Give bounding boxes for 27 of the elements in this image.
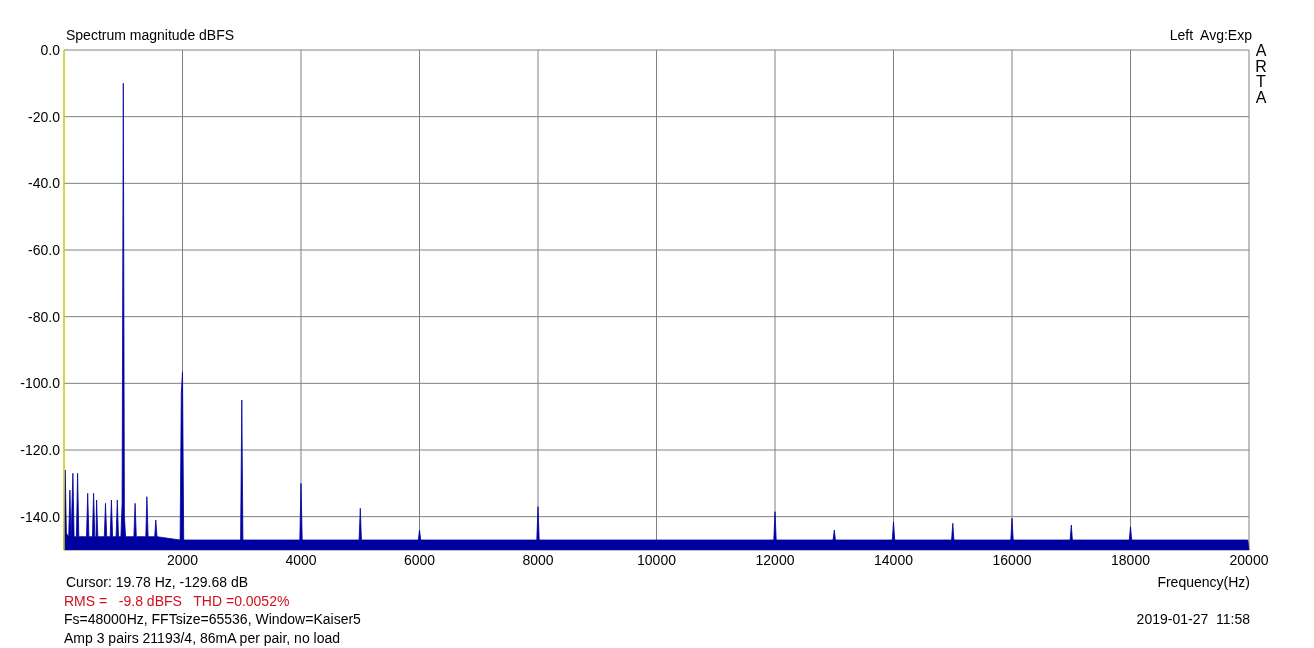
channel-info: Left Avg:Exp [1169,27,1252,43]
description-text: Amp 3 pairs 21193/4, 86mA per pair, no load [64,629,341,646]
brand-label: ARTA [1255,43,1267,106]
y-tick-label: -80.0 [28,308,60,325]
y-tick-label: -120.0 [20,442,60,458]
settings-text: Fs=48000Hz, FFTsize=65536, Window=Kaiser5 [64,611,361,628]
x-tick-label: 20000 [1229,552,1269,568]
x-tick-label: 10000 [637,552,676,568]
y-tick-label: -40.0 [28,175,60,192]
y-tick-label: -20.0 [28,108,60,125]
cursor-readout: Cursor: 19.78 Hz, -129.68 dB [66,574,249,591]
y-tick-label: -60.0 [28,242,60,258]
x-tick-label: 16000 [992,552,1032,568]
y-tick-label: -140.0 [20,508,60,525]
y-tick-label: 0.0 [40,43,60,58]
x-tick-label: 4000 [285,552,317,568]
measurement-readout: RMS = -9.8 dBFS THD =0.0052% [64,592,290,609]
x-tick-label: 6000 [403,552,436,568]
timestamp: 2019-01-27 11:58 [1136,611,1250,628]
chart-title: Spectrum magnitude dBFS [66,27,235,43]
x-tick-label: 8000 [522,552,554,568]
x-tick-label: 14000 [874,552,913,568]
x-tick-label: 18000 [1111,552,1150,568]
x-tick-label: 2000 [166,552,199,568]
x-axis-label: Frequency(Hz) [1157,574,1250,591]
x-tick-label: 12000 [755,552,795,568]
y-tick-label: -100.0 [20,375,60,392]
